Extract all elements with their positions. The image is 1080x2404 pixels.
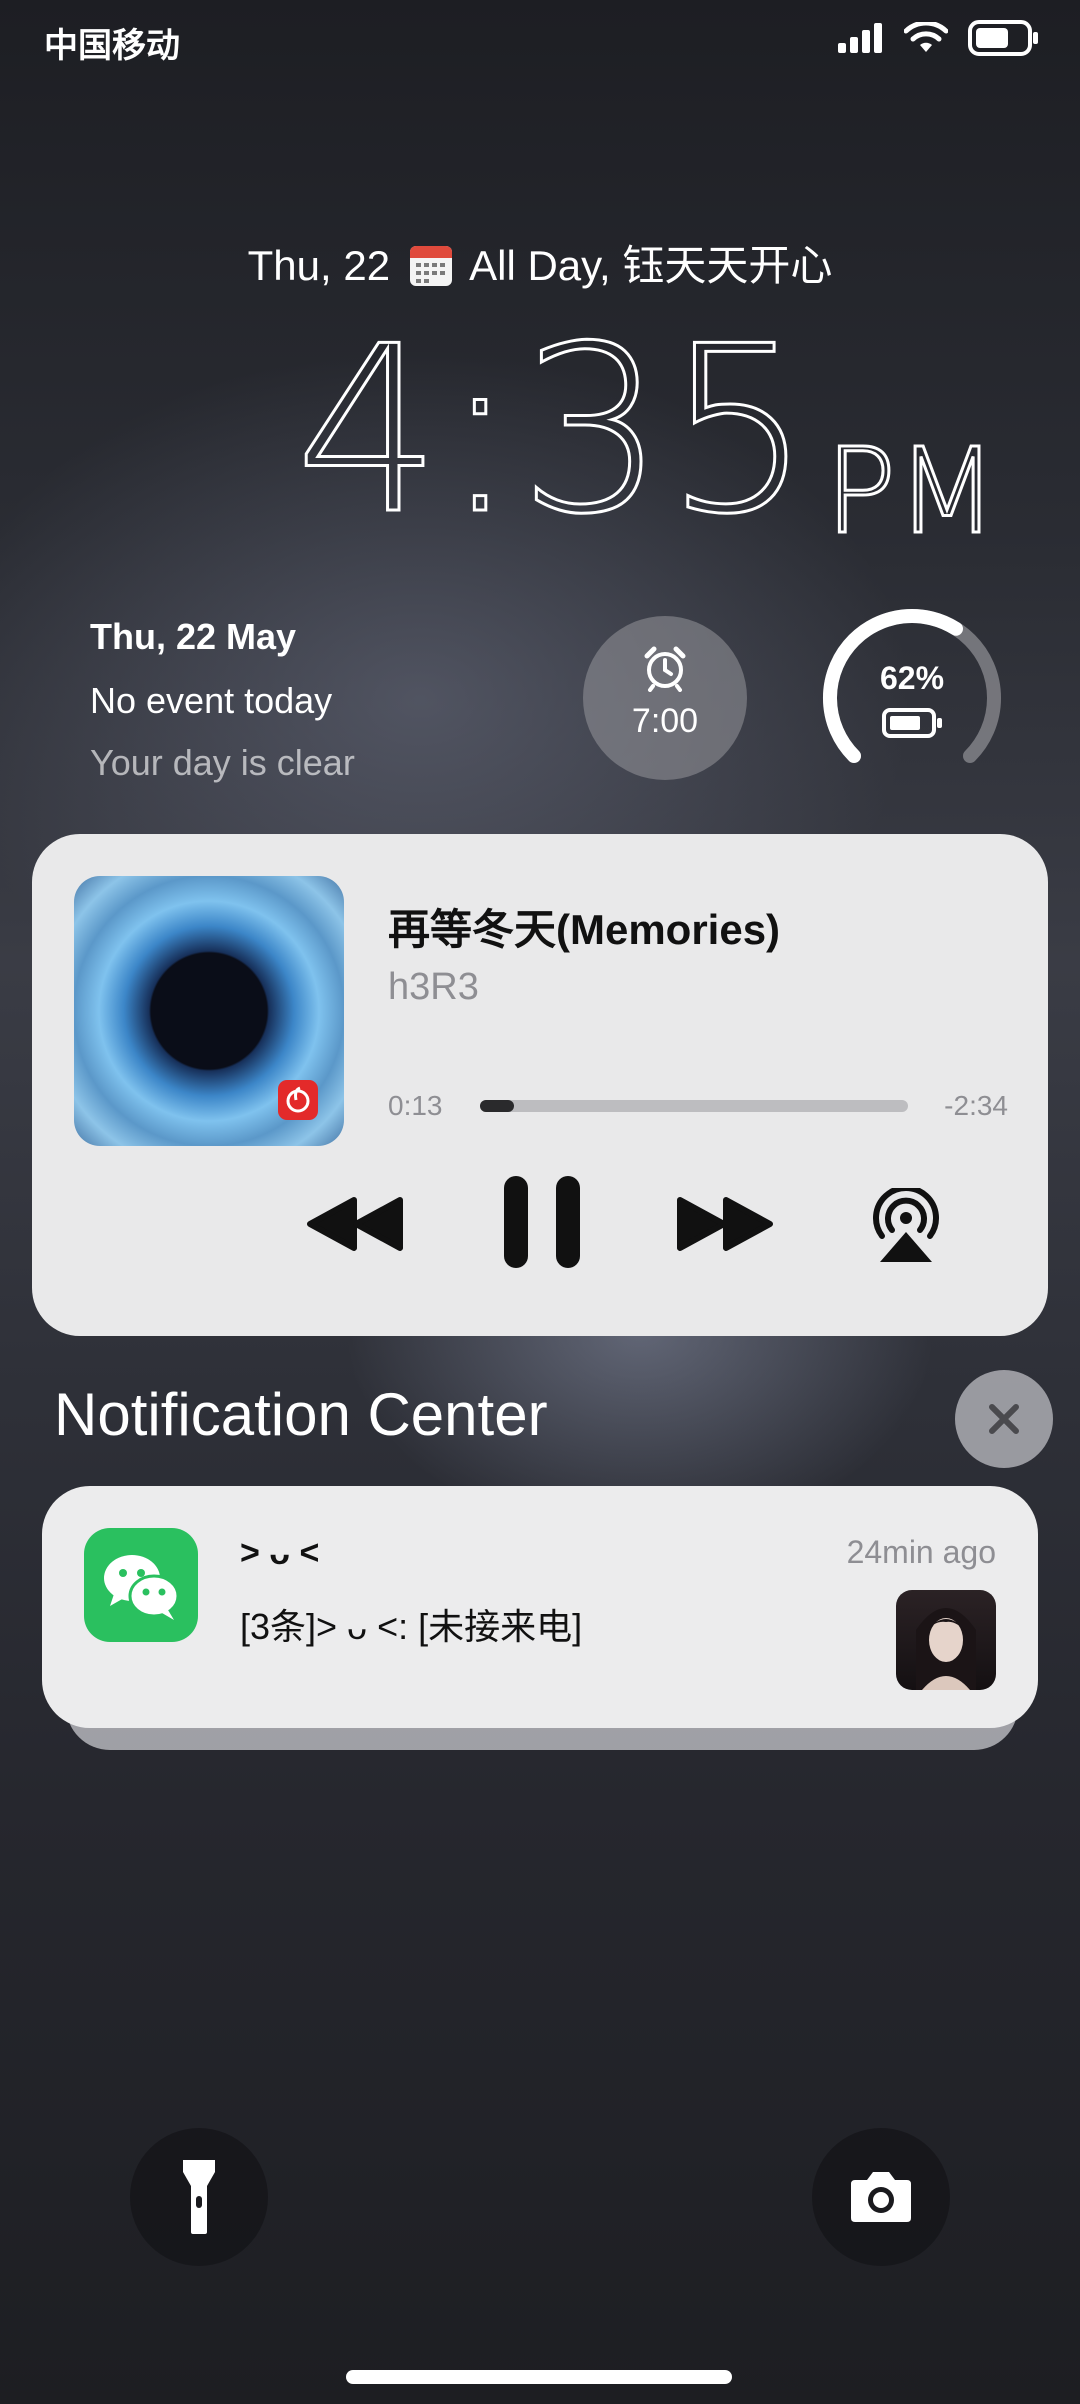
- battery-small-icon: [882, 708, 942, 738]
- clock-time: 4:35: [295, 320, 812, 550]
- lock-clock: 4:35 PM: [294, 297, 1015, 567]
- wechat-icon: [84, 1528, 198, 1642]
- date-line: Thu, 22 All Day, 钰天天开心: [0, 232, 1080, 293]
- progress-fill: [480, 1100, 515, 1112]
- netease-music-icon: [278, 1080, 318, 1120]
- home-indicator[interactable]: [346, 2370, 732, 2384]
- pause-icon[interactable]: [500, 1174, 584, 1270]
- album-art[interactable]: [74, 876, 344, 1146]
- close-icon: [989, 1404, 1019, 1434]
- rewind-icon[interactable]: [306, 1194, 406, 1254]
- flashlight-icon: [183, 2160, 215, 2234]
- contact-avatar: [896, 1590, 996, 1690]
- clear-notifications-button[interactable]: [955, 1370, 1053, 1468]
- song-title: 再等冬天(Memories): [388, 906, 781, 953]
- music-player[interactable]: 再等冬天(Memories) h3R3 0:13 -2:34: [32, 834, 1048, 1336]
- song-artist: h3R3: [388, 966, 479, 1008]
- battery-ring: [823, 609, 1001, 763]
- elapsed-time: 0:13: [388, 1090, 443, 1121]
- date-line-day: Thu, 22: [247, 242, 391, 289]
- notification-time: 24min ago: [846, 1534, 996, 1570]
- status-icons: [838, 20, 1040, 56]
- battery-percent: 62%: [879, 660, 945, 696]
- notification-sender: > ᴗ <: [240, 1534, 320, 1572]
- flashlight-button[interactable]: [130, 2128, 268, 2266]
- alarm-time: 7:00: [631, 702, 699, 740]
- battery-icon: [968, 20, 1038, 56]
- progress-slider[interactable]: [480, 1100, 908, 1112]
- date-line-event: All Day, 钰天天开心: [469, 242, 833, 289]
- camera-button[interactable]: [812, 2128, 950, 2266]
- notification-card[interactable]: > ᴗ < 24min ago [3条]> ᴗ <: [未接来电]: [42, 1486, 1038, 1728]
- notification-center-title: Notification Center: [54, 1381, 548, 1448]
- clock-meridiem: PM: [825, 422, 998, 550]
- airplay-icon[interactable]: [866, 1188, 946, 1264]
- alarm-widget[interactable]: 7:00: [583, 616, 747, 780]
- widget-date: Thu, 22 May: [90, 616, 297, 657]
- widget-subtitle: Your day is clear: [90, 742, 355, 783]
- signal-icon: [838, 23, 882, 53]
- fast-forward-icon[interactable]: [674, 1194, 774, 1254]
- carrier-label: 中国移动: [44, 27, 180, 65]
- battery-widget: 62%: [820, 606, 1004, 790]
- camera-icon: [851, 2172, 911, 2222]
- alarm-clock-icon: [644, 646, 686, 692]
- remaining-time: -2:34: [944, 1090, 1008, 1121]
- wifi-icon: [904, 22, 948, 52]
- calendar-icon: [409, 246, 452, 286]
- notification-message: [3条]> ᴗ <: [未接来电]: [240, 1606, 583, 1647]
- widget-event: No event today: [90, 680, 333, 721]
